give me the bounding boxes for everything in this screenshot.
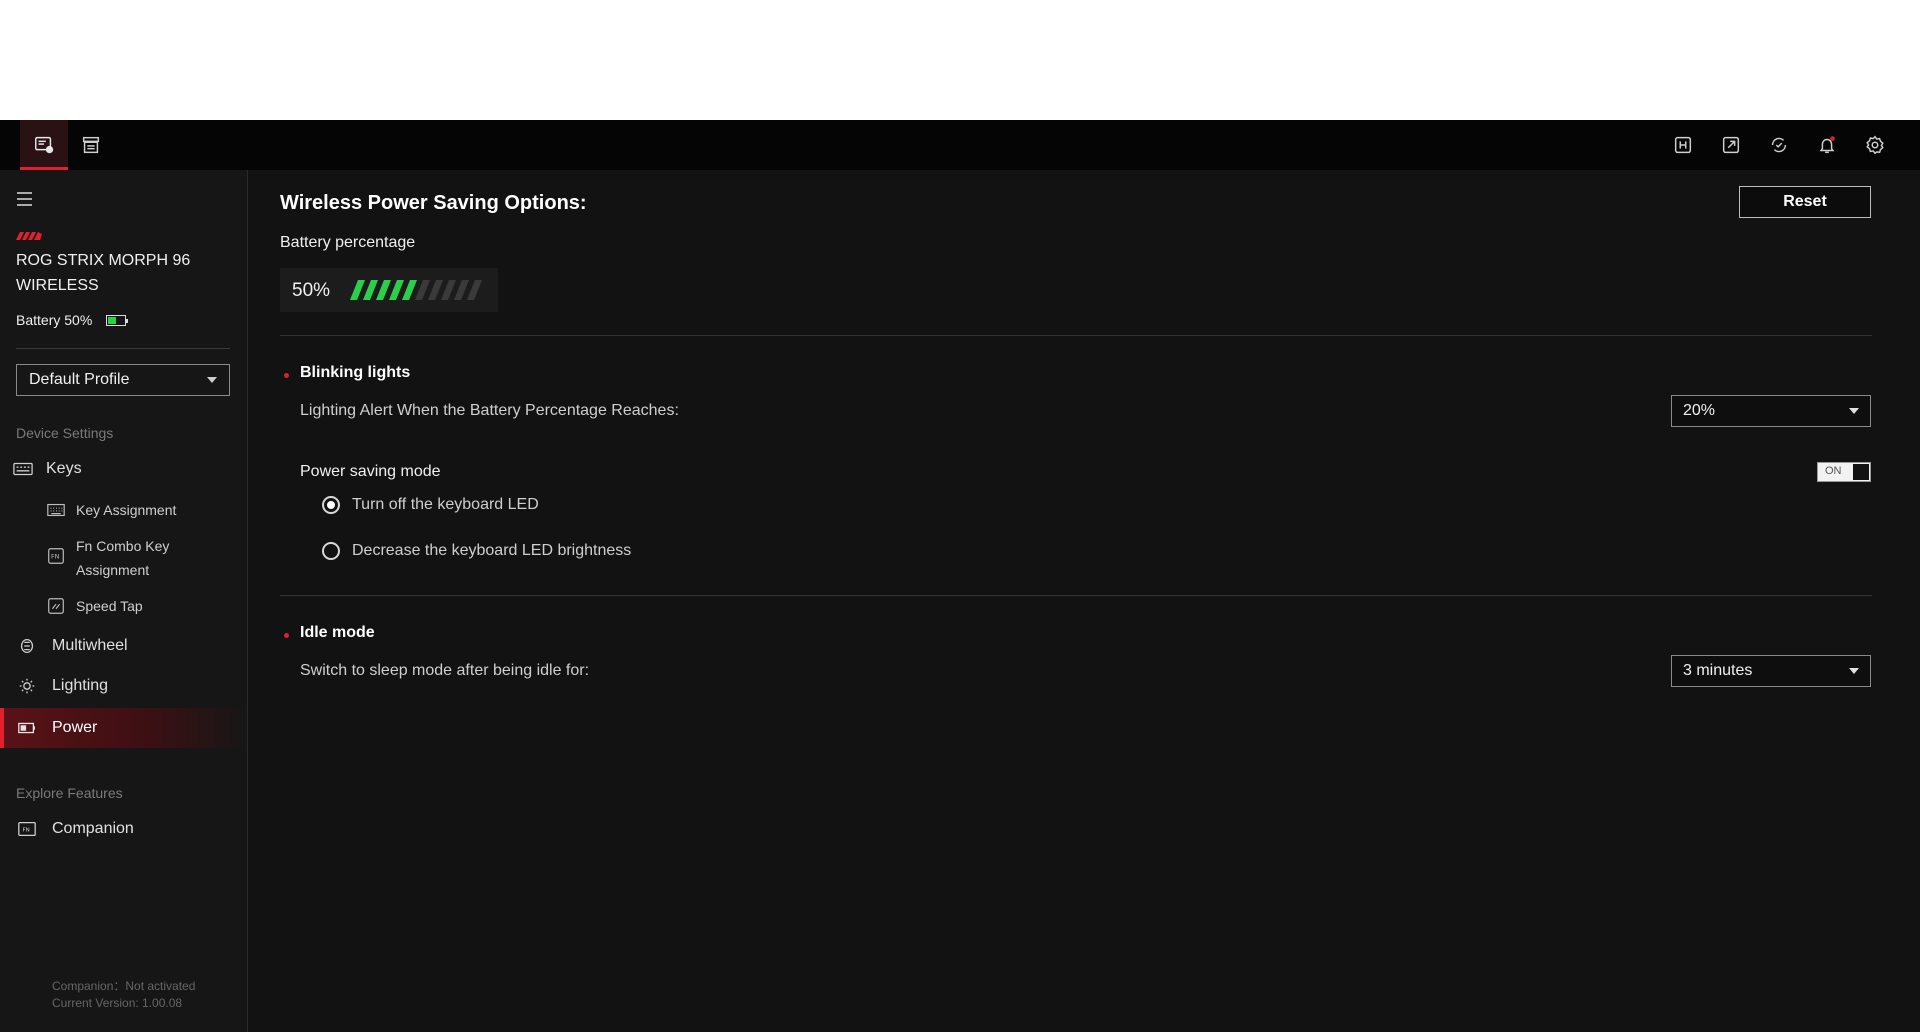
chevron-down-icon <box>1849 668 1859 674</box>
rog-logo-icon <box>16 232 42 240</box>
section-divider <box>280 595 1872 596</box>
notification-bell-icon[interactable] <box>1811 129 1843 161</box>
device-settings-label: Device Settings <box>16 425 114 441</box>
battery-bar-empty <box>454 280 469 300</box>
battery-bar-empty <box>428 280 443 300</box>
battery-percentage-box: 50% <box>280 268 498 312</box>
device-list-icon[interactable] <box>75 129 107 161</box>
idle-time-dropdown[interactable]: 3 minutes <box>1671 655 1871 687</box>
section-divider <box>280 335 1872 336</box>
sidebar-item-lighting[interactable]: Lighting <box>0 668 247 704</box>
battery-bar-filled <box>389 280 404 300</box>
battery-level-icon <box>106 314 129 326</box>
chevron-down-icon <box>1849 408 1859 414</box>
power-saving-toggle[interactable]: ON <box>1817 462 1871 482</box>
settings-gear-icon[interactable] <box>1859 129 1891 161</box>
svg-text:FN: FN <box>51 554 60 561</box>
device-keyboard-icon[interactable] <box>28 129 60 161</box>
profile-dropdown[interactable]: Default Profile <box>16 364 230 396</box>
update-icon[interactable] <box>1763 129 1795 161</box>
battery-bar-filled <box>376 280 391 300</box>
sidebar-item-power[interactable]: Power <box>0 708 247 748</box>
battery-bar-filled <box>402 280 417 300</box>
battery-bar-filled <box>363 280 378 300</box>
page-title: Wireless Power Saving Options: <box>280 192 587 214</box>
battery-bar-empty <box>441 280 456 300</box>
sidebar-item-key-assignment[interactable]: Key Assignment <box>0 494 247 526</box>
svg-text:FN: FN <box>22 828 29 834</box>
battery-status: Battery 50% <box>16 312 129 328</box>
lighting-alert-label: Lighting Alert When the Battery Percenta… <box>300 402 679 419</box>
lighting-alert-dropdown[interactable]: 20% <box>1671 395 1871 427</box>
device-name: ROG STRIX MORPH 96 WIRELESS <box>16 252 191 294</box>
sidebar-item-speed-tap[interactable]: Speed Tap <box>0 590 247 622</box>
chevron-down-icon <box>207 377 217 383</box>
lighting-icon <box>16 676 38 696</box>
speed-tap-icon <box>45 596 67 616</box>
keyboard-small-icon <box>45 500 67 520</box>
radio-decrease-brightness[interactable]: Decrease the keyboard LED brightness <box>322 542 631 560</box>
battery-percentage-label: Battery percentage <box>280 234 416 251</box>
sidebar-item-fn-combo[interactable]: FN Fn Combo Key Assignment <box>0 534 247 580</box>
armoury-app: ROG STRIX MORPH 96 WIRELESS Battery 50% … <box>0 120 1920 1032</box>
idle-sleep-label: Switch to sleep mode after being idle fo… <box>300 662 590 679</box>
idle-mode-title: Idle mode <box>300 624 375 641</box>
blinking-lights-title: Blinking lights <box>300 364 411 381</box>
battery-icon <box>16 718 38 738</box>
radio-button[interactable] <box>322 496 340 514</box>
reset-button[interactable]: Reset <box>1739 186 1871 218</box>
companion-icon: FN <box>16 819 38 839</box>
battery-bar-empty <box>467 280 482 300</box>
battery-bar-empty <box>415 280 430 300</box>
external-link-icon[interactable] <box>1715 129 1747 161</box>
section-bullet <box>284 633 289 638</box>
battery-bar-filled <box>350 280 365 300</box>
sidebar-divider <box>16 348 230 349</box>
battery-level-bars <box>350 280 482 300</box>
power-settings-panel: Wireless Power Saving Options: Reset Bat… <box>248 170 1920 1032</box>
top-bar <box>0 120 1920 170</box>
macro-icon[interactable] <box>1667 129 1699 161</box>
section-bullet <box>284 373 289 378</box>
power-saving-mode-label: Power saving mode <box>300 463 441 480</box>
sidebar-item-companion[interactable]: FN Companion <box>0 810 247 848</box>
sidebar: ROG STRIX MORPH 96 WIRELESS Battery 50% … <box>0 170 248 1032</box>
explore-features-label: Explore Features <box>16 785 123 801</box>
fn-key-icon: FN <box>45 546 67 566</box>
hamburger-menu-icon[interactable] <box>16 190 38 208</box>
sidebar-item-keys[interactable]: Keys <box>0 450 247 488</box>
radio-button[interactable] <box>322 542 340 560</box>
battery-percentage-value: 50% <box>292 280 331 301</box>
sidebar-item-multiwheel[interactable]: Multiwheel <box>0 628 247 664</box>
radio-turn-off-led[interactable]: Turn off the keyboard LED <box>322 496 539 514</box>
keyboard-icon <box>12 459 34 479</box>
version-footer: Companion：Not activated Current Version:… <box>52 979 196 1010</box>
multiwheel-icon <box>16 636 38 656</box>
